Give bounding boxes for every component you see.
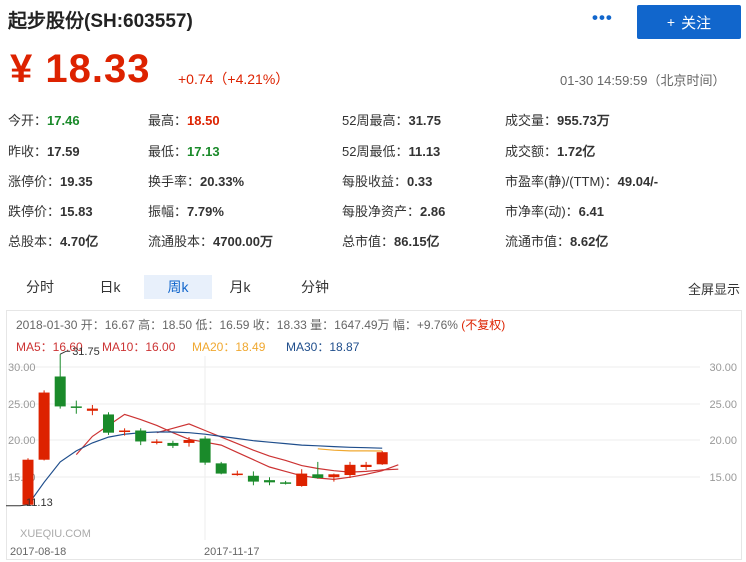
ma-line-ma20	[317, 448, 383, 452]
candle-body	[344, 464, 356, 476]
y-tick-label-right: 25.00	[709, 399, 737, 411]
candle-body	[38, 392, 50, 460]
x-tick-label: 2017-08-18	[10, 546, 66, 558]
y-tick-label-left: 20.00	[8, 435, 36, 447]
candle-body	[215, 463, 227, 474]
high-marker-line	[59, 350, 71, 355]
candle-body	[199, 438, 211, 463]
candle-body	[296, 473, 308, 486]
candle-body	[70, 406, 82, 408]
candle-body	[119, 430, 131, 433]
y-tick-label-left: 30.00	[8, 362, 36, 374]
candle-body	[376, 452, 388, 465]
candle-body	[167, 442, 179, 446]
kline-chart[interactable]: 30.00 30.0025.00 25.0020.00 20.0015.00 15.00…	[0, 0, 746, 562]
candle-body	[264, 480, 275, 483]
candle-body	[231, 473, 243, 476]
y-tick-label-right: 20.00	[709, 435, 737, 447]
candle-body	[280, 482, 292, 484]
y-tick-label-right: 15.00	[709, 472, 737, 484]
candle-body	[328, 474, 340, 478]
candle-body	[360, 464, 372, 468]
candle-body	[247, 475, 259, 482]
candle-body	[151, 441, 163, 443]
candle-body	[86, 408, 98, 411]
x-tick-label: 2017-11-17	[204, 546, 259, 558]
candle-body	[312, 474, 324, 478]
high-marker-label: 31.75	[72, 346, 100, 358]
candle-body	[183, 440, 195, 443]
low-marker-label: 11.13	[26, 497, 53, 509]
watermark: XUEQIU.COM	[20, 528, 91, 540]
candle-body	[135, 430, 147, 442]
low-marker-line	[6, 504, 29, 507]
candle-body	[54, 376, 66, 407]
y-tick-label-right: 30.00	[709, 362, 737, 374]
candle-body	[103, 414, 114, 433]
y-tick-label-left: 25.00	[8, 399, 36, 411]
